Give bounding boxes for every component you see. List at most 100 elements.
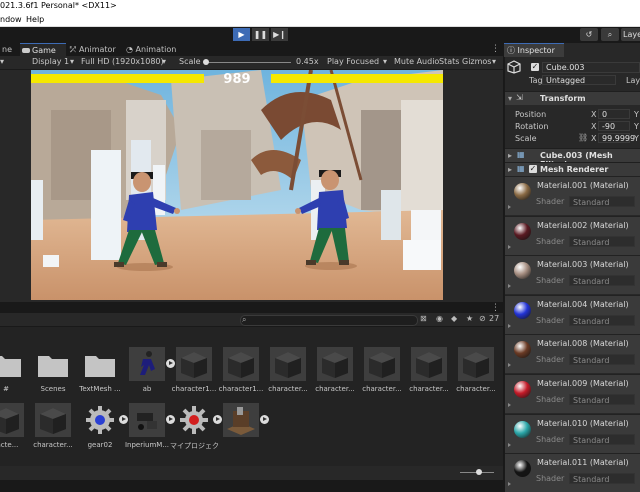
shader-dropdown[interactable]: Standard [569, 196, 635, 207]
scale-label: Scale [179, 57, 201, 66]
fold-arrow-icon[interactable] [508, 442, 511, 447]
play-focused-dropdown[interactable]: Play Focused [327, 57, 379, 66]
folder-icon [35, 347, 71, 381]
material-row[interactable]: Material.010 (Material) Shader Standard [505, 413, 640, 453]
menu-help[interactable]: Help [26, 15, 44, 24]
mesh-icon [0, 403, 24, 437]
layers-dropdown[interactable]: Laye [621, 28, 640, 41]
gizmos-arrow-icon[interactable]: ▾ [492, 57, 496, 66]
asset-label: character... [409, 385, 449, 393]
shader-dropdown[interactable]: Standard [569, 473, 635, 485]
tag-dropdown[interactable]: Untagged [542, 75, 616, 85]
mesh-icon [270, 347, 306, 381]
position-x-field[interactable]: 0 [598, 109, 630, 119]
material-row[interactable]: Material.001 (Material) Shader Standard [505, 176, 640, 215]
mute-audio-toggle[interactable]: Mute Audio [394, 57, 439, 66]
aspect-dropdown-arrow[interactable]: ▾ [0, 57, 4, 66]
hidden-packages-icon[interactable]: ⊘ [479, 314, 486, 323]
expand-arrow-icon[interactable] [166, 415, 175, 424]
gizmos-toggle[interactable]: Gizmos [462, 57, 491, 66]
material-row[interactable]: Material.008 (Material) Shader Standard [505, 334, 640, 374]
mesh-filter-header[interactable]: ▸ ▦ Cube.003 (Mesh Filter) [505, 148, 640, 169]
rotation-y-label: Y [634, 122, 639, 131]
icon-size-slider-handle[interactable] [476, 469, 482, 475]
fold-arrow-icon[interactable] [508, 482, 511, 487]
material-row[interactable]: Material.003 (Material) Shader Standard [505, 255, 640, 295]
rotation-x-field[interactable]: -90 [598, 121, 630, 131]
expand-arrow-icon[interactable] [213, 415, 222, 424]
search-button[interactable]: ⌕ [601, 28, 619, 41]
material-sphere-icon [514, 183, 531, 200]
tab-scene[interactable]: ne [0, 43, 20, 56]
fold-arrow-icon[interactable] [508, 205, 511, 209]
resolution-dropdown[interactable]: Full HD (1920x1080) [81, 57, 164, 66]
material-row[interactable]: Material.009 (Material) Shader Standard [505, 374, 640, 413]
scale-value: 0.45x [296, 57, 319, 66]
material-name: Material.009 (Material) [537, 379, 629, 388]
scale-slider-handle[interactable] [203, 59, 209, 65]
game-toolbar: ▾ Display 1 ▾ Full HD (1920x1080) ▾ Scal… [0, 56, 503, 70]
project-tabs: ⋮ [0, 303, 503, 313]
shader-dropdown[interactable]: Standard [569, 314, 635, 326]
active-checkbox[interactable]: ✓ [531, 63, 539, 71]
tab-animation[interactable]: ◔ Animation [124, 43, 186, 56]
material-name: Material.001 (Material) [537, 181, 629, 190]
project-assets-grid[interactable]: # Scenes TextMesh ... ab character1... charac… [0, 327, 503, 467]
fold-arrow-icon[interactable] [508, 244, 511, 249]
shader-dropdown[interactable]: Standard [569, 275, 635, 287]
shader-dropdown[interactable]: Standard [569, 394, 635, 405]
tab-animator[interactable]: ⤱ Animator [68, 43, 124, 56]
pause-button[interactable]: ❚❚ [252, 28, 269, 41]
material-sphere-icon [514, 420, 531, 438]
fold-arrow-icon[interactable] [508, 403, 511, 407]
asset-label: character... [362, 385, 402, 393]
fold-arrow-icon[interactable] [508, 363, 511, 368]
material-row[interactable]: Material.002 (Material) Shader Standard [505, 215, 640, 255]
tab-game[interactable]: Game [20, 43, 66, 57]
search-icon: ⌕ [242, 315, 247, 324]
display-dropdown[interactable]: Display 1 [32, 57, 69, 66]
expand-arrow-icon[interactable] [260, 415, 269, 424]
expand-arrow-icon[interactable] [166, 359, 175, 368]
shader-dropdown[interactable]: Standard [569, 354, 635, 366]
display-arrow-icon: ▾ [70, 57, 75, 66]
cube-icon [507, 60, 521, 74]
mesh-renderer-checkbox[interactable]: ✓ [529, 165, 537, 173]
scale-x-label: X [591, 134, 597, 143]
history-button[interactable]: ↺ [580, 28, 598, 41]
search-icon: ⌕ [607, 30, 613, 39]
favorite-icon[interactable]: ★ [466, 314, 473, 323]
scale-slider[interactable] [205, 62, 291, 63]
fold-arrow-icon[interactable] [508, 284, 511, 289]
tab-inspector[interactable]: ⓘ Inspector [504, 43, 564, 57]
object-name-field[interactable]: Cube.003 [542, 62, 640, 73]
game-render[interactable]: 989 [31, 70, 443, 300]
label-filter-icon[interactable]: ◆ [451, 314, 457, 323]
rotation-x-label: X [591, 122, 597, 131]
project-search-field[interactable]: ⌕ [240, 315, 418, 326]
asset-label: character... [268, 385, 308, 393]
asset-count-badge: 27 [489, 314, 500, 323]
scale-x-field[interactable]: 99.9999 [598, 133, 635, 143]
material-name: Material.002 (Material) [537, 220, 629, 230]
play-button[interactable]: ▶ [233, 28, 250, 41]
material-row[interactable]: Material.011 (Material) Shader Standard [505, 453, 640, 492]
menu-window[interactable]: ndow [0, 15, 22, 24]
kebab-menu-icon[interactable]: ⋮ [491, 44, 500, 54]
shader-dropdown[interactable]: Standard [569, 235, 635, 247]
transform-header[interactable]: ▾ ⇲ Transform [505, 91, 640, 105]
step-button[interactable]: ▶❙ [271, 28, 288, 41]
material-row[interactable]: Material.004 (Material) Shader Standard [505, 294, 640, 334]
scale-link-icon[interactable]: ⛓ [578, 133, 588, 142]
shader-label: Shader [536, 276, 565, 286]
animation-clip-icon [129, 347, 165, 381]
type-filter-icon[interactable]: ◉ [436, 314, 443, 323]
stats-toggle[interactable]: Stats [439, 57, 459, 66]
expand-arrow-icon[interactable] [119, 415, 128, 424]
fold-arrow-icon[interactable] [508, 323, 511, 328]
scene-filter-icon[interactable]: ⊠ [420, 314, 427, 323]
mesh-renderer-header[interactable]: ▸ ▦ ✓ Mesh Renderer [505, 162, 640, 176]
shader-label: Shader [536, 315, 565, 325]
shader-dropdown[interactable]: Standard [569, 433, 635, 445]
project-kebab-icon[interactable]: ⋮ [491, 303, 500, 313]
